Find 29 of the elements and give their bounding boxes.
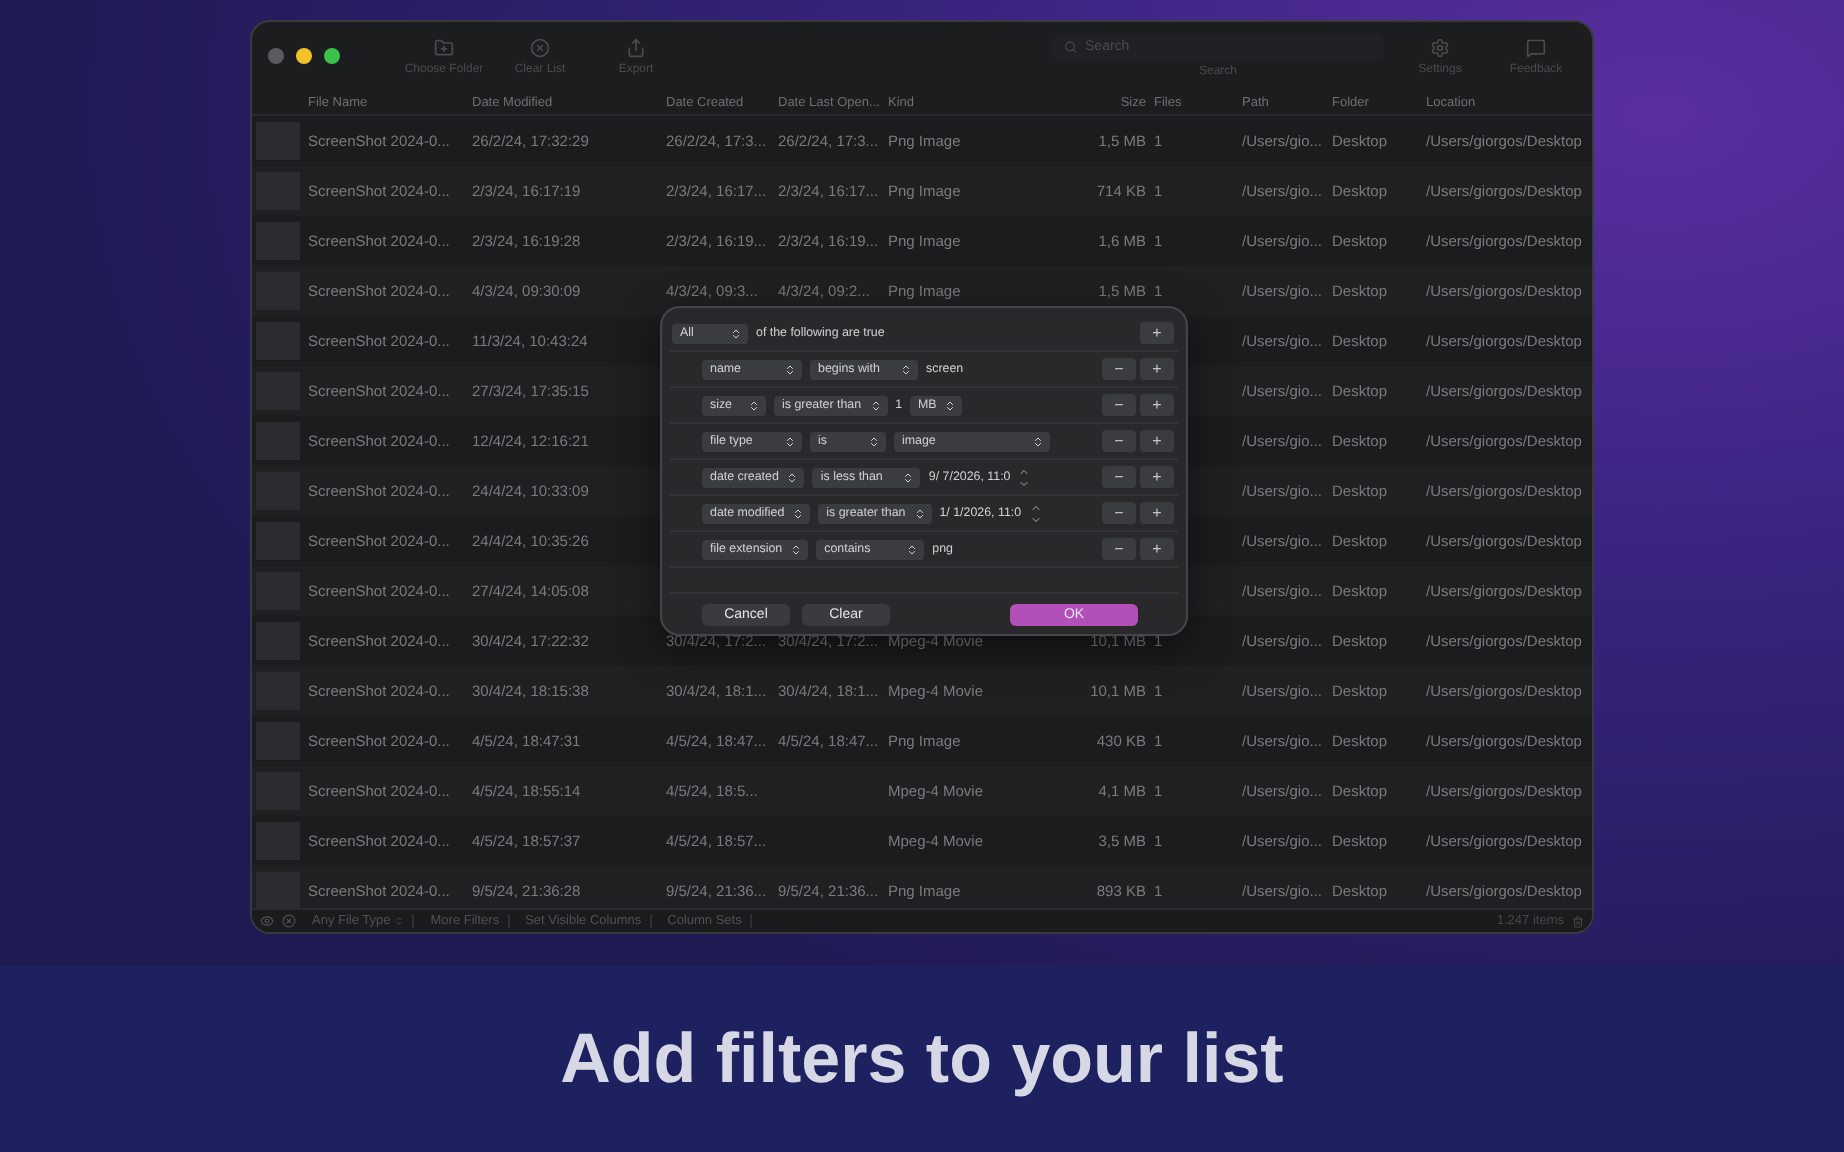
close-button[interactable] bbox=[268, 48, 284, 64]
add-button[interactable]: + bbox=[1140, 358, 1174, 380]
minimize-button[interactable] bbox=[296, 48, 312, 64]
remove-button[interactable]: − bbox=[1102, 394, 1136, 416]
clear-icon bbox=[530, 37, 550, 57]
add-button[interactable]: + bbox=[1140, 430, 1174, 452]
eye-icon[interactable] bbox=[260, 914, 274, 928]
folder-icon bbox=[434, 37, 454, 57]
trash-icon[interactable] bbox=[1572, 915, 1584, 927]
caption-text: Add filters to your list bbox=[560, 1019, 1284, 1099]
add-button[interactable]: + bbox=[1140, 538, 1174, 560]
clear-icon[interactable] bbox=[282, 914, 296, 928]
remove-button[interactable]: − bbox=[1102, 358, 1136, 380]
add-button[interactable]: + bbox=[1140, 502, 1174, 524]
remove-button[interactable]: − bbox=[1102, 502, 1136, 524]
add-button[interactable]: + bbox=[1140, 322, 1174, 344]
export-icon bbox=[626, 37, 646, 57]
add-button[interactable]: + bbox=[1140, 394, 1174, 416]
remove-button[interactable]: − bbox=[1102, 466, 1136, 488]
zoom-button[interactable] bbox=[324, 48, 340, 64]
settings-icon bbox=[1430, 37, 1450, 57]
remove-button[interactable]: − bbox=[1102, 538, 1136, 560]
search-icon bbox=[1064, 40, 1078, 54]
feedback-icon bbox=[1526, 37, 1546, 57]
add-button[interactable]: + bbox=[1140, 466, 1174, 488]
chevron-icon bbox=[394, 916, 405, 926]
stepper-icon[interactable] bbox=[1029, 501, 1042, 525]
stepper-icon[interactable] bbox=[1018, 465, 1031, 489]
remove-button[interactable]: − bbox=[1102, 430, 1136, 452]
